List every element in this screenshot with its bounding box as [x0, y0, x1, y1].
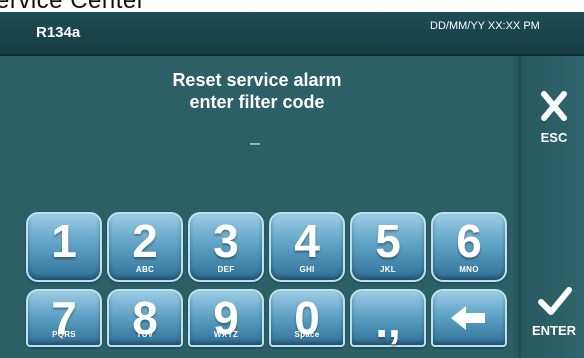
- datetime-display: DD/MM/YY XX:XX PM: [430, 20, 540, 32]
- enter-label: ENTER: [531, 323, 577, 338]
- message-title: Reset service alarm: [172, 70, 342, 90]
- key-2[interactable]: 2 ABC: [107, 212, 183, 282]
- key-digit: 6: [456, 215, 482, 267]
- key-1[interactable]: 1: [26, 212, 102, 282]
- key-3[interactable]: 3 DEF: [188, 212, 264, 282]
- esc-button[interactable]: ESC: [521, 56, 584, 166]
- key-7[interactable]: 7 PQRS: [26, 289, 102, 347]
- key-digit: 1: [51, 215, 77, 267]
- key-6[interactable]: 6 MNO: [431, 212, 507, 282]
- key-digit: 2: [132, 215, 158, 267]
- sidebar: ESC ENTER: [518, 56, 584, 358]
- key-digit: 3: [213, 215, 239, 267]
- key-letters: TUV: [136, 330, 154, 339]
- key-letters: DEF: [217, 265, 235, 274]
- message-subtitle: enter filter code: [189, 92, 325, 112]
- key-letters: JKL: [379, 265, 396, 274]
- key-letters: ABC: [135, 265, 155, 274]
- esc-label: ESC: [540, 130, 568, 145]
- key-letters: WXYZ: [213, 330, 239, 339]
- key-5[interactable]: 5 JKL: [350, 212, 426, 282]
- key-letters: Space: [294, 330, 320, 339]
- key-letters: GHI: [299, 265, 315, 274]
- key-0[interactable]: 0 Space: [269, 289, 345, 347]
- key-4[interactable]: 4 GHI: [269, 212, 345, 282]
- backspace-key[interactable]: [431, 289, 507, 347]
- key-9[interactable]: 9 WXYZ: [188, 289, 264, 347]
- key-letters: MNO: [459, 265, 479, 274]
- enter-button[interactable]: ENTER: [521, 266, 584, 358]
- key-digit: 4: [294, 215, 320, 267]
- hmi-screen: R134a DD/MM/YY XX:XX PM Reset service al…: [0, 12, 584, 358]
- checkmark-icon: [538, 287, 572, 315]
- key-decimal[interactable]: .,: [350, 289, 426, 347]
- key-letters: PQRS: [52, 330, 76, 339]
- key-digit: .,: [375, 295, 401, 347]
- key-8[interactable]: 8 TUV: [107, 289, 183, 347]
- main-panel: Reset service alarm enter filter code _ …: [0, 56, 514, 358]
- refrigerant-label: R134a: [36, 24, 81, 41]
- code-input-field[interactable]: _: [240, 126, 270, 146]
- backspace-arrow-icon: [451, 306, 485, 330]
- header-bar: R134a DD/MM/YY XX:XX PM: [0, 12, 584, 56]
- close-x-icon: [541, 91, 567, 121]
- key-digit: 5: [375, 215, 401, 267]
